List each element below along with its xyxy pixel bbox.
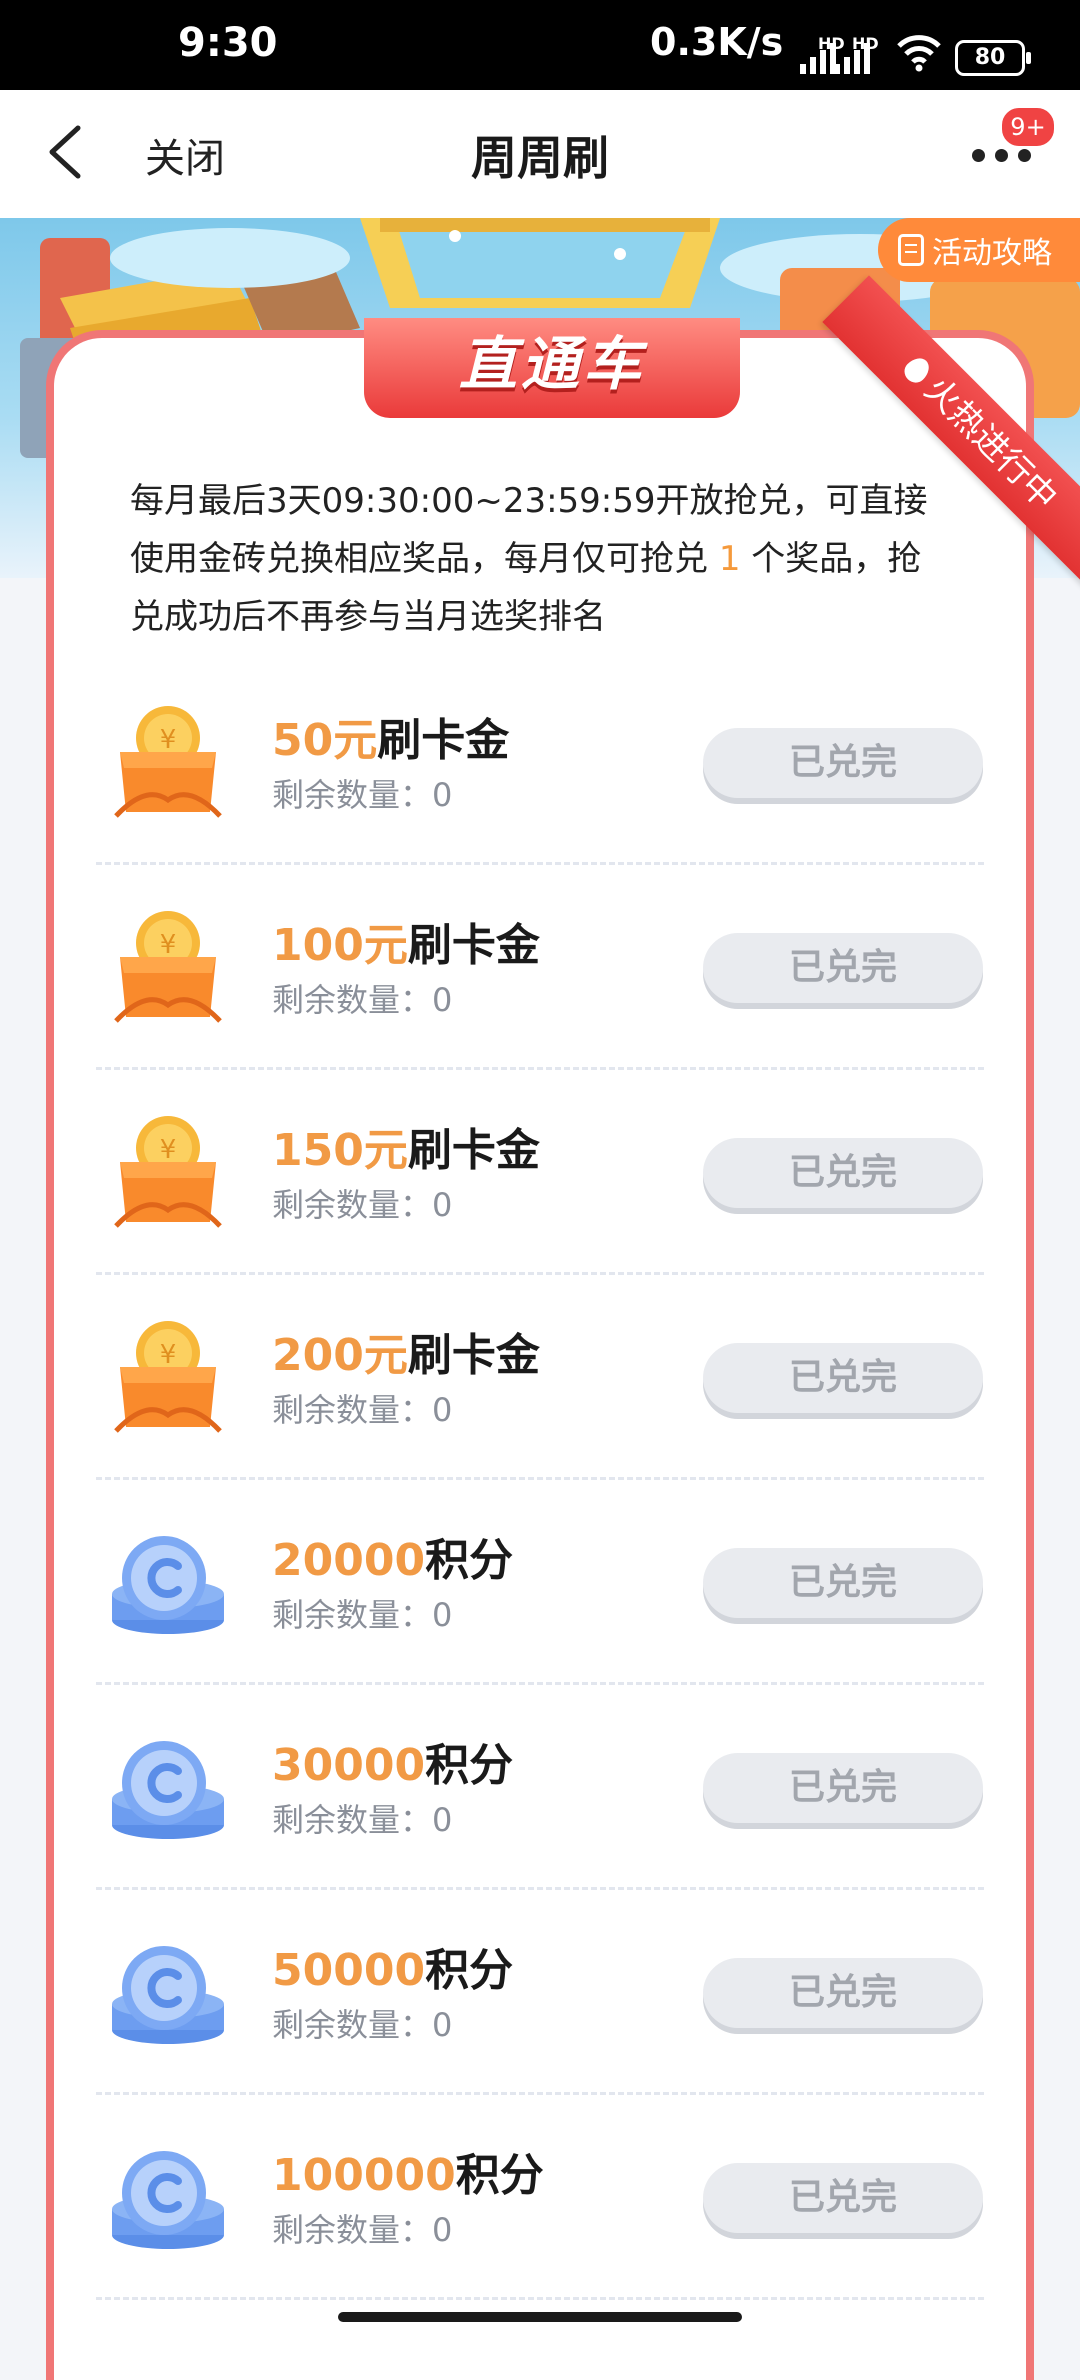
- svg-text:¥: ¥: [160, 1135, 177, 1165]
- prize-stock: 剩余数量：0: [272, 1801, 453, 1839]
- gift-box-coin-icon: ¥: [106, 1311, 230, 1435]
- gift-box-coin-icon: ¥: [106, 901, 230, 1025]
- prize-row: 30000积分 剩余数量：0 已兑完: [96, 1685, 984, 1890]
- prize-stock: 剩余数量：0: [272, 1186, 453, 1224]
- redeem-button[interactable]: 已兑完: [703, 728, 983, 798]
- points-coin-stack-icon: [106, 1926, 230, 2050]
- activity-strategy-button[interactable]: 活动攻略: [878, 218, 1080, 282]
- redeem-button[interactable]: 已兑完: [703, 933, 983, 1003]
- signal-icon: [800, 40, 836, 74]
- prize-amount: 100元刷卡金: [272, 920, 540, 971]
- description-count: 1: [718, 539, 741, 579]
- svg-text:¥: ¥: [160, 930, 177, 960]
- prize-stock: 剩余数量：0: [272, 1596, 453, 1634]
- redeem-button[interactable]: 已兑完: [703, 1138, 983, 1208]
- gift-box-coin-icon: ¥: [106, 1106, 230, 1230]
- wifi-icon: [897, 35, 941, 72]
- svg-text:¥: ¥: [160, 1340, 177, 1370]
- status-bar: 9:30 0.3K/s HD HD 80: [0, 0, 1080, 90]
- prize-amount: 150元刷卡金: [272, 1125, 540, 1176]
- prize-row: ¥ 200元刷卡金 剩余数量：0 已兑完: [96, 1275, 984, 1480]
- notification-badge: 9+: [1000, 106, 1056, 148]
- home-indicator[interactable]: [338, 2312, 742, 2322]
- prize-amount: 30000积分: [272, 1740, 514, 1791]
- section-tab-title: 直通车: [364, 318, 740, 418]
- network-speed: 0.3K/s: [650, 20, 784, 64]
- prize-row: ¥ 50元刷卡金 剩余数量：0 已兑完: [96, 660, 984, 865]
- signal-icon-2: [834, 40, 870, 74]
- points-coin-stack-icon: [106, 1516, 230, 1640]
- prize-amount: 50元刷卡金: [272, 715, 510, 766]
- prize-stock: 剩余数量：0: [272, 1391, 453, 1429]
- prize-row: ¥ 100元刷卡金 剩余数量：0 已兑完: [96, 865, 984, 1070]
- prize-row: ¥ 150元刷卡金 剩余数量：0 已兑完: [96, 1070, 984, 1275]
- prize-row: 50000积分 剩余数量：0 已兑完: [96, 1890, 984, 2095]
- page-title: 周周刷: [471, 131, 609, 185]
- points-coin-stack-icon: [106, 2131, 230, 2255]
- status-time: 9:30: [178, 20, 278, 66]
- prize-stock: 剩余数量：0: [272, 2006, 453, 2044]
- document-icon: [898, 234, 924, 266]
- section-description: 每月最后3天09:30:00~23:59:59开放抢兑，可直接使用金砖兑换相应奖…: [130, 472, 950, 646]
- redeem-button[interactable]: 已兑完: [703, 2163, 983, 2233]
- prize-row: 20000积分 剩余数量：0 已兑完: [96, 1480, 984, 1685]
- prize-amount: 100000积分: [272, 2150, 544, 2201]
- nav-bar: 关闭 周周刷: [0, 90, 1080, 218]
- redeem-button[interactable]: 已兑完: [703, 1343, 983, 1413]
- redeem-button[interactable]: 已兑完: [703, 1753, 983, 1823]
- svg-text:¥: ¥: [160, 725, 177, 755]
- prize-row: 100000积分 剩余数量：0 已兑完: [96, 2095, 984, 2300]
- gift-box-coin-icon: ¥: [106, 696, 230, 820]
- activity-strategy-label: 活动攻略: [932, 236, 1052, 271]
- prize-list: ¥ 50元刷卡金 剩余数量：0 已兑完 ¥ 100元刷卡金 剩余数量：0 已兑完…: [96, 660, 984, 2300]
- prize-stock: 剩余数量：0: [272, 776, 453, 814]
- prize-stock: 剩余数量：0: [272, 2211, 453, 2249]
- prize-amount: 50000积分: [272, 1945, 514, 1996]
- prize-amount: 20000积分: [272, 1535, 514, 1586]
- points-coin-stack-icon: [106, 1721, 230, 1845]
- battery-icon: 80: [955, 40, 1031, 76]
- prize-amount: 200元刷卡金: [272, 1330, 540, 1381]
- redeem-button[interactable]: 已兑完: [703, 1958, 983, 2028]
- redeem-button[interactable]: 已兑完: [703, 1548, 983, 1618]
- flame-icon: [900, 353, 935, 388]
- prize-stock: 剩余数量：0: [272, 981, 453, 1019]
